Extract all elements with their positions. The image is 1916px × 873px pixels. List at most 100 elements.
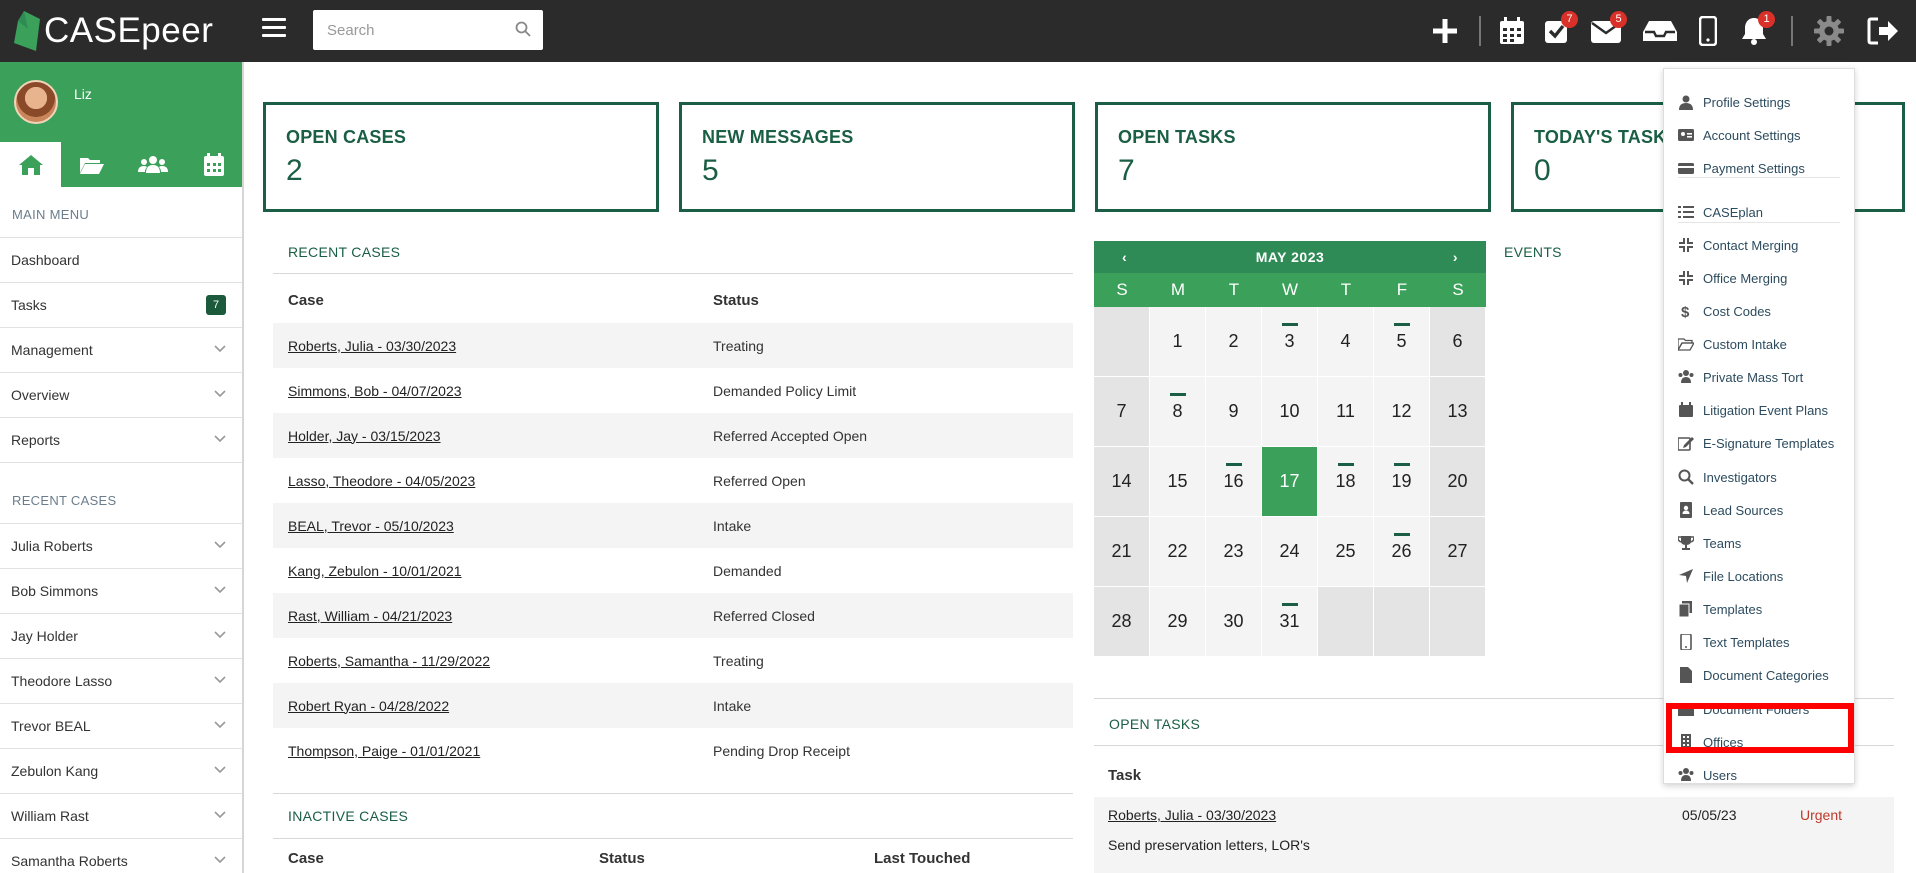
menu-item-contact-merging[interactable]: Contact Merging [1664, 233, 1854, 257]
messages-envelope-icon[interactable]: 5 [1588, 11, 1627, 50]
mobile-phone-icon[interactable] [1690, 12, 1726, 50]
tab-cases[interactable] [61, 142, 122, 187]
sidebar-item-dashboard[interactable]: Dashboard [0, 238, 242, 283]
recent-case-item[interactable]: Bob Simmons [0, 569, 242, 614]
menu-item-profile-settings[interactable]: Profile Settings [1664, 90, 1854, 114]
plus-icon[interactable] [1427, 12, 1463, 50]
calendar-day[interactable]: 22 [1150, 517, 1206, 587]
tasks-check-icon[interactable]: 7 [1539, 11, 1578, 50]
calendar-day[interactable]: 26 [1374, 517, 1430, 587]
menu-item-e-signature-templates[interactable]: E-Signature Templates [1664, 431, 1854, 455]
case-link[interactable]: BEAL, Trevor - 05/10/2023 [273, 518, 713, 534]
menu-item-litigation-event-plans[interactable]: Litigation Event Plans [1664, 398, 1854, 422]
menu-item-custom-intake[interactable]: Custom Intake [1664, 332, 1854, 356]
calendar-day[interactable]: 13 [1430, 377, 1486, 447]
menu-item-file-locations[interactable]: File Locations [1664, 564, 1854, 588]
menu-item-teams[interactable]: Teams [1664, 531, 1854, 555]
tab-home[interactable] [0, 142, 61, 187]
calendar-day-today[interactable]: 17 [1262, 447, 1318, 517]
menu-item-payment-settings[interactable]: Payment Settings [1664, 156, 1854, 180]
calendar-day[interactable]: 11 [1318, 377, 1374, 447]
case-link[interactable]: Simmons, Bob - 04/07/2023 [273, 383, 713, 399]
menu-item-document-categories[interactable]: Document Categories [1664, 663, 1854, 687]
menu-item-caseplan[interactable]: CASEplan [1664, 200, 1854, 224]
calendar-day[interactable]: 3 [1262, 307, 1318, 377]
tab-calendar[interactable] [183, 142, 244, 187]
calendar-day[interactable]: 24 [1262, 517, 1318, 587]
logout-icon[interactable] [1865, 12, 1901, 50]
calendar-day[interactable]: 6 [1430, 307, 1486, 377]
sidebar-item-overview[interactable]: Overview [0, 373, 242, 418]
calendar-day[interactable]: 7 [1094, 377, 1150, 447]
user-name[interactable]: Liz [74, 86, 92, 102]
menu-item-users[interactable]: Users [1664, 763, 1854, 787]
menu-item-templates[interactable]: Templates [1664, 597, 1854, 621]
case-link[interactable]: Kang, Zebulon - 10/01/2021 [273, 563, 713, 579]
sidebar-item-tasks[interactable]: Tasks 7 [0, 283, 242, 328]
recent-case-item[interactable]: Samantha Roberts [0, 839, 242, 873]
recent-case-item[interactable]: Trevor BEAL [0, 704, 242, 749]
calendar-day[interactable]: 21 [1094, 517, 1150, 587]
calendar-day[interactable]: 25 [1318, 517, 1374, 587]
calendar-day[interactable]: 19 [1374, 447, 1430, 517]
menu-item-cost-codes[interactable]: $ Cost Codes [1664, 299, 1854, 323]
calendar-prev-button[interactable]: ‹ [1122, 249, 1127, 265]
calendar-day[interactable]: 5 [1374, 307, 1430, 377]
calendar-day[interactable]: 10 [1262, 377, 1318, 447]
case-link[interactable]: Lasso, Theodore - 04/05/2023 [273, 473, 713, 489]
calendar-day[interactable]: 1 [1150, 307, 1206, 377]
avatar[interactable] [14, 80, 58, 124]
calendar-day[interactable]: 20 [1430, 447, 1486, 517]
notifications-bell-icon[interactable]: 1 [1736, 11, 1775, 50]
calendar-day[interactable]: 14 [1094, 447, 1150, 517]
sidebar-item-management[interactable]: Management [0, 328, 242, 373]
case-link[interactable]: Robert Ryan - 04/28/2022 [273, 698, 713, 714]
recent-case-item[interactable]: Theodore Lasso [0, 659, 242, 704]
casepeer-logo[interactable]: CASEpeer [14, 8, 213, 54]
task-row[interactable]: Roberts, Julia - 03/30/2023 Send preserv… [1094, 797, 1894, 873]
recent-case-item[interactable]: Jay Holder [0, 614, 242, 659]
task-case-link[interactable]: Roberts, Julia - 03/30/2023 [1108, 807, 1276, 823]
calendar-next-button[interactable]: › [1453, 249, 1458, 265]
calendar-day[interactable]: 28 [1094, 587, 1150, 657]
calendar-day[interactable]: 29 [1150, 587, 1206, 657]
calendar-day[interactable]: 9 [1206, 377, 1262, 447]
case-link[interactable]: Thompson, Paige - 01/01/2021 [273, 743, 713, 759]
recent-case-item[interactable]: William Rast [0, 794, 242, 839]
calendar-day[interactable]: 2 [1206, 307, 1262, 377]
menu-item-private-mass-tort[interactable]: Private Mass Tort [1664, 365, 1854, 389]
calendar-day[interactable]: 30 [1206, 587, 1262, 657]
calendar-day[interactable]: 27 [1430, 517, 1486, 587]
inbox-tray-icon[interactable] [1642, 12, 1678, 50]
calendar-day[interactable]: 8 [1150, 377, 1206, 447]
calendar-day[interactable]: 12 [1374, 377, 1430, 447]
tab-contacts[interactable] [122, 142, 183, 187]
card-new-messages[interactable]: NEW MESSAGES 5 [679, 102, 1075, 212]
calendar-day[interactable]: 16 [1206, 447, 1262, 517]
calendar-day[interactable]: 4 [1318, 307, 1374, 377]
sidebar-item-reports[interactable]: Reports [0, 418, 242, 463]
card-open-cases[interactable]: OPEN CASES 2 [263, 102, 659, 212]
calendar-day[interactable]: 18 [1318, 447, 1374, 517]
menu-item-text-templates[interactable]: Text Templates [1664, 630, 1854, 654]
hamburger-menu-icon[interactable] [262, 18, 286, 38]
menu-item-account-settings[interactable]: Account Settings [1664, 123, 1854, 147]
menu-item-investigators[interactable]: Investigators [1664, 465, 1854, 489]
search-input[interactable] [327, 21, 497, 39]
search-icon[interactable] [515, 21, 531, 37]
day-number: 3 [1284, 331, 1295, 351]
recent-case-item[interactable]: Zebulon Kang [0, 749, 242, 794]
calendar-day[interactable]: 23 [1206, 517, 1262, 587]
menu-item-office-merging[interactable]: Office Merging [1664, 266, 1854, 290]
calendar-day[interactable]: 31 [1262, 587, 1318, 657]
case-link[interactable]: Rast, William - 04/21/2023 [273, 608, 713, 624]
calendar-day[interactable]: 15 [1150, 447, 1206, 517]
case-link[interactable]: Holder, Jay - 03/15/2023 [273, 428, 713, 444]
card-open-tasks[interactable]: OPEN TASKS 7 [1095, 102, 1491, 212]
recent-case-item[interactable]: Julia Roberts [0, 524, 242, 569]
menu-item-lead-sources[interactable]: Lead Sources [1664, 498, 1854, 522]
case-link[interactable]: Roberts, Samantha - 11/29/2022 [273, 653, 713, 669]
gear-icon[interactable] [1811, 12, 1847, 50]
calendar-icon[interactable] [1494, 12, 1530, 50]
case-link[interactable]: Roberts, Julia - 03/30/2023 [273, 338, 713, 354]
